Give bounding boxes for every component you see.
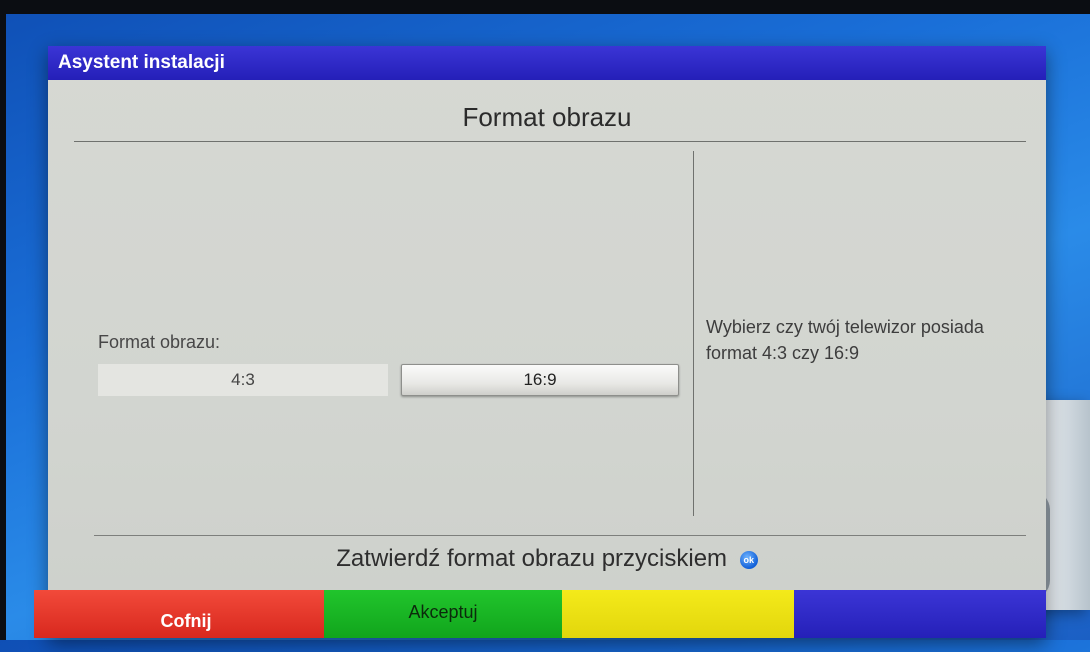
format-option-16-9[interactable]: 16:9 (401, 364, 679, 396)
ok-button-icon: ok (739, 550, 758, 569)
format-option-4-3[interactable]: 4:3 (98, 364, 388, 396)
installation-wizard-window: Asystent instalacji Format obrazu Format… (34, 46, 1046, 638)
confirm-text: Zatwierdź format obrazu przyciskiem (336, 545, 728, 572)
confirm-instruction: Zatwierdź format obrazu przyciskiem ok (48, 539, 1046, 579)
screen-bezel-top (0, 0, 1090, 14)
window-title: Asystent instalacji (48, 46, 1046, 80)
blue-softkey[interactable] (794, 590, 1046, 638)
help-text: Wybierz czy twój telewizor posiada forma… (706, 317, 984, 363)
page-heading: Format obrazu (462, 102, 632, 132)
accept-button[interactable]: Akceptuj (324, 590, 562, 638)
softkey-bar: Cofnij Akceptuj (34, 590, 1046, 638)
format-label: Format obrazu: (98, 332, 221, 352)
screen-bezel-left (0, 0, 6, 640)
footer-divider (94, 535, 1026, 536)
heading-divider (74, 141, 1026, 142)
yellow-softkey[interactable] (562, 590, 794, 638)
vertical-divider (693, 151, 694, 516)
back-button[interactable]: Cofnij (34, 590, 324, 638)
